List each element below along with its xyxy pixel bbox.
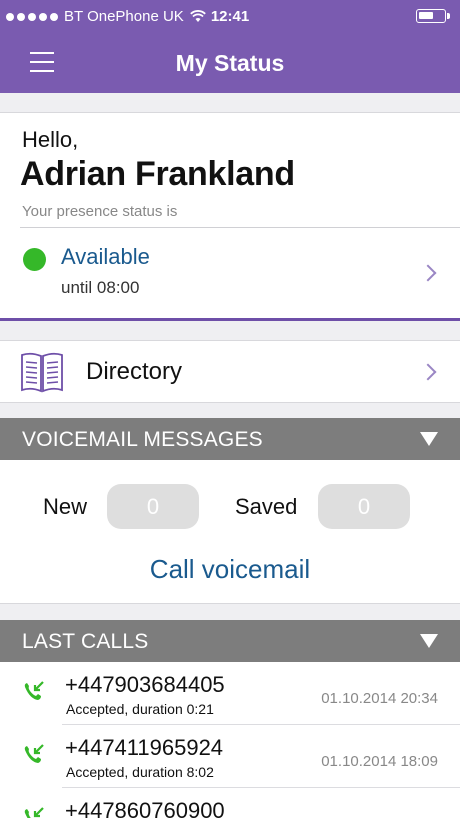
last-calls-header-title: LAST CALLS (22, 630, 149, 653)
nav-bar: My Status (0, 33, 460, 93)
profile-card: Hello, Adrian Frankland Your presence st… (0, 112, 460, 321)
voicemail-panel: New 0 Saved 0 Call voicemail (0, 460, 460, 604)
page-title: My Status (175, 50, 285, 76)
last-calls-section-header[interactable]: LAST CALLS (0, 620, 460, 662)
new-count: 0 (107, 484, 199, 529)
call-time: 01.10.2014 20:34 (321, 690, 438, 707)
book-icon (21, 352, 63, 393)
greeting: Hello, (22, 127, 79, 152)
user-name: Adrian Frankland (20, 155, 295, 193)
call-number: +447903684405 (65, 672, 225, 697)
status-bar: BT OnePhone UK 12:41 (0, 0, 460, 33)
presence-label: Your presence status is (22, 203, 178, 220)
battery-icon (416, 9, 450, 23)
clock: 12:41 (210, 8, 250, 25)
directory-label: Directory (86, 358, 183, 385)
presence-until: until 08:00 (61, 278, 140, 297)
voicemail-header-title: VOICEMAIL MESSAGES (22, 428, 263, 451)
call-time: 01.10.2014 18:09 (321, 753, 438, 770)
incoming-call-icon (24, 681, 44, 700)
call-row[interactable]: +447903684405 Accepted, duration 0:21 01… (0, 662, 460, 724)
collapse-triangle-icon (420, 634, 438, 648)
directory-row[interactable]: Directory (0, 340, 460, 403)
chevron-right-icon (419, 363, 437, 381)
last-calls-list: +447903684405 Accepted, duration 0:21 01… (0, 662, 460, 818)
presence-status: Available (61, 244, 150, 269)
call-detail: Accepted, duration 0:21 (66, 701, 214, 717)
voicemail-section-header[interactable]: VOICEMAIL MESSAGES (0, 418, 460, 460)
call-row[interactable]: +447411965924 Accepted, duration 8:02 01… (0, 725, 460, 787)
saved-count: 0 (318, 484, 410, 529)
call-number: +447860760900 (65, 798, 225, 818)
call-voicemail-link[interactable]: Call voicemail (0, 554, 460, 585)
call-number: +447411965924 (65, 735, 224, 760)
saved-label: Saved (235, 494, 298, 519)
status-dot-icon (23, 248, 46, 271)
presence-status-row[interactable]: Available until 08:00 (0, 228, 460, 318)
chevron-right-icon (419, 264, 437, 282)
collapse-triangle-icon (420, 432, 438, 446)
new-label: New (43, 494, 88, 519)
incoming-call-icon (24, 744, 44, 763)
call-row[interactable]: +447860760900 (0, 788, 460, 818)
incoming-call-icon (24, 807, 44, 818)
call-detail: Accepted, duration 8:02 (66, 764, 214, 780)
